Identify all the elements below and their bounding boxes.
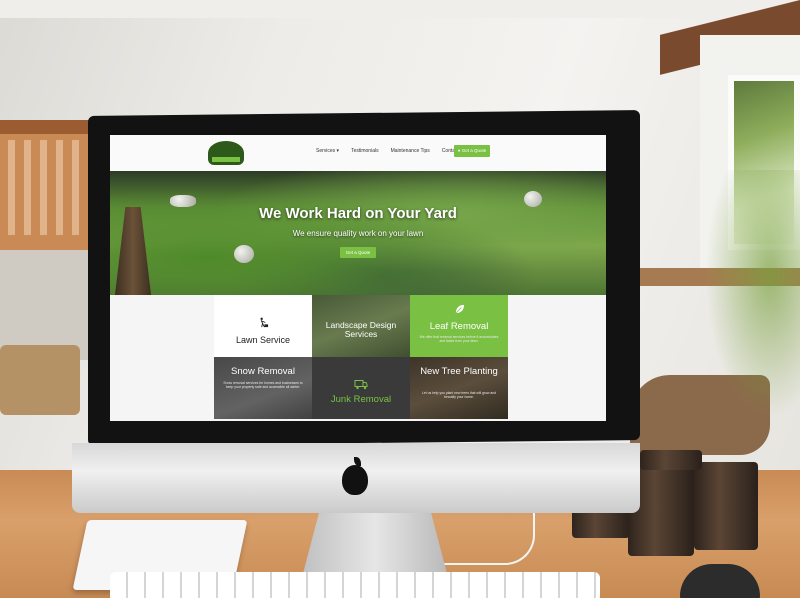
baluster [24,140,31,235]
service-title: Landscape Design Services [325,320,397,339]
service-tile-junk-removal[interactable]: Junk Removal [312,357,410,419]
nav-maintenance-tips[interactable]: Maintenance Tips [391,148,430,154]
service-tile-leaf-removal[interactable]: Leaf Removal We offer leaf removal servi… [410,295,508,357]
nav-menu: Services ▾ Testimonials Maintenance Tips… [316,148,467,154]
imac: Services ▾ Testimonials Maintenance Tips… [72,110,640,513]
service-tile-tree-planting[interactable]: New Tree Planting Let us help you plant … [410,357,508,419]
nav-testimonials[interactable]: Testimonials [351,148,379,154]
apple-logo-icon [342,457,368,495]
service-description: Let us help you plant new trees that wil… [421,391,497,400]
site-logo[interactable] [208,141,244,165]
service-tile-landscape-design[interactable]: Landscape Design Services [312,295,410,357]
hero-banner: We Work Hard on Your Yard We ensure qual… [110,171,606,303]
service-description: Snow removal services for homes and busi… [223,381,303,390]
lawn-mower-icon [260,317,269,328]
website-screen: Services ▾ Testimonials Maintenance Tips… [110,135,606,421]
hero-subtitle: We ensure quality work on your lawn [292,229,424,238]
hanging-plant [700,170,800,430]
service-tile-snow-removal[interactable]: Snow Removal Snow removal services for h… [214,357,312,419]
baluster [56,140,63,235]
site-navbar: Services ▾ Testimonials Maintenance Tips… [110,135,606,171]
service-title: Lawn Service [235,335,291,345]
leaf-icon [455,304,465,314]
keyboard [110,572,600,598]
candle-holder [640,450,702,470]
truck-icon [354,380,368,390]
service-title: Snow Removal [231,366,295,377]
candle-holder [694,462,758,550]
ceiling [0,0,800,18]
hero-get-quote-button[interactable]: Get a Quote [340,247,376,258]
service-title: New Tree Planting [420,366,498,377]
services-grid: Lawn Service Landscape Design Services L… [110,295,606,421]
service-description: We offer leaf removal services before it… [419,335,499,344]
service-tile-lawn[interactable]: Lawn Service [214,295,312,357]
hero-title: We Work Hard on Your Yard [259,205,457,222]
baluster [40,140,47,235]
boulder [234,245,254,263]
service-title: Leaf Removal [429,321,489,332]
nav-get-quote-button[interactable]: ● Get a Quote [454,145,490,157]
baluster [8,140,15,235]
service-title: Junk Removal [330,394,392,405]
wicker-chair [0,345,80,415]
nav-services[interactable]: Services ▾ [316,148,339,154]
